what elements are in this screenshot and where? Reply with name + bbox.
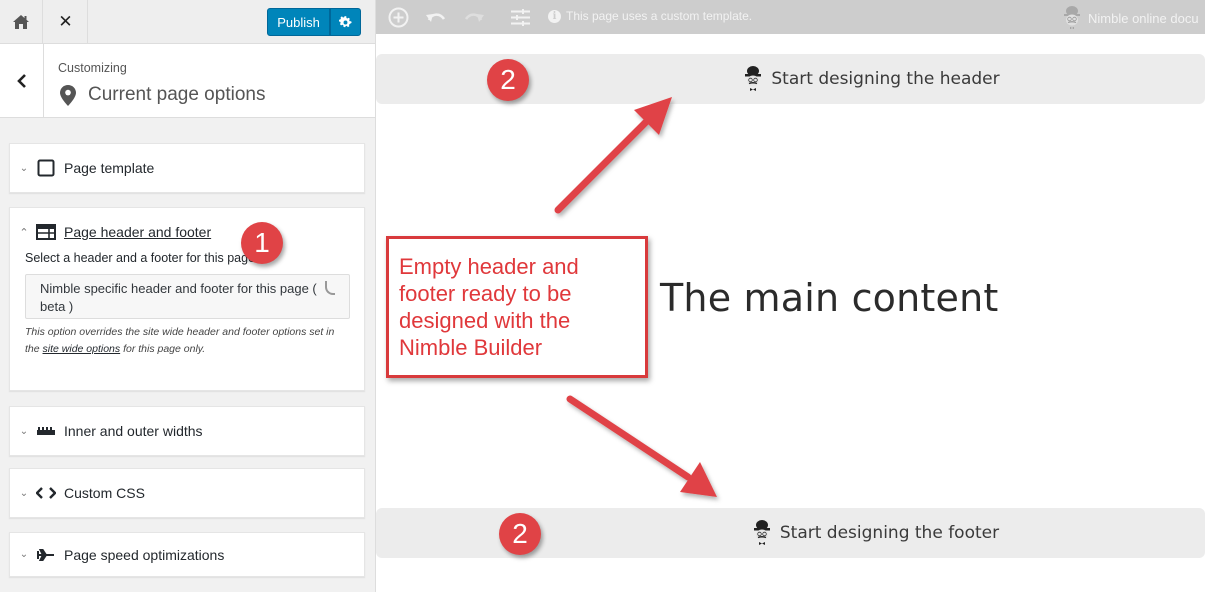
gear-icon xyxy=(339,15,352,27)
panel-header[interactable]: ⌃ Page header and footer xyxy=(10,208,364,256)
close-button[interactable]: ✕ xyxy=(44,0,88,44)
step-badge-2-header: 2 xyxy=(487,59,529,101)
chevron-up-icon: ⌃ xyxy=(19,226,29,239)
global-settings-button[interactable] xyxy=(511,5,530,29)
chevron-down-icon: ⌄ xyxy=(19,162,29,174)
select-label: Select a header and a footer for this pa… xyxy=(25,251,256,265)
customizer-app: ✕ Publish Customizing Current page optio… xyxy=(0,0,1205,592)
select-value: Nimble specific header and footer for th… xyxy=(40,281,317,314)
step-badge-2-footer: 2 xyxy=(499,513,541,555)
panel-title: Custom CSS xyxy=(64,485,145,501)
chevron-down-icon: ⌄ xyxy=(19,487,29,499)
redo-icon xyxy=(464,13,484,22)
map-pin-icon xyxy=(60,84,76,106)
main-content-heading: The main content xyxy=(660,276,999,320)
code-icon xyxy=(36,484,56,502)
template-notice: i This page uses a custom template. xyxy=(548,9,752,23)
nimble-mascot-icon xyxy=(753,520,770,545)
plus-circle-icon xyxy=(388,7,409,27)
section-title-text: Current page options xyxy=(88,84,266,105)
customizer-topbar: ✕ Publish xyxy=(0,0,375,44)
back-button[interactable] xyxy=(0,44,44,118)
ruler-icon xyxy=(36,422,56,440)
dropdown-arrow-icon xyxy=(325,281,335,295)
nimble-mascot-icon xyxy=(1064,6,1080,29)
panel-body: Select a header and a footer for this pa… xyxy=(10,251,364,371)
nimble-topbar: i This page uses a custom template. Nimb… xyxy=(376,0,1205,34)
panel-inner-outer-widths[interactable]: ⌄ Inner and outer widths xyxy=(9,406,365,456)
chevron-left-icon xyxy=(16,74,26,88)
add-section-button[interactable] xyxy=(388,5,409,29)
section-title: Current page options xyxy=(60,84,265,106)
publish-group: Publish xyxy=(267,8,361,36)
header-cta-text: Start designing the header xyxy=(771,69,1000,89)
panel-header[interactable]: ⌄ Page template xyxy=(10,144,364,192)
layout-icon xyxy=(36,223,56,241)
panel-title: Inner and outer widths xyxy=(64,423,203,439)
panel-custom-css[interactable]: ⌄ Custom CSS xyxy=(9,468,365,518)
airplane-icon xyxy=(36,546,56,564)
help-text: This option overrides the site wide head… xyxy=(25,324,349,358)
customizer-sidebar: ✕ Publish Customizing Current page optio… xyxy=(0,0,376,592)
home-button[interactable] xyxy=(0,0,43,44)
square-icon xyxy=(36,159,56,177)
chevron-down-icon: ⌄ xyxy=(19,425,29,437)
redo-button[interactable] xyxy=(464,5,484,29)
sliders-icon xyxy=(511,8,530,26)
footer-cta: Start designing the footer xyxy=(752,520,999,546)
panel-title: Page speed optimizations xyxy=(64,546,225,563)
panel-page-speed[interactable]: ⌄ Page speed optimizations xyxy=(9,532,365,577)
annotation-callout: Empty header and footer ready to be desi… xyxy=(386,236,648,378)
help-text-after: for this page only. xyxy=(120,343,206,355)
publish-settings-button[interactable] xyxy=(330,8,361,36)
panel-header[interactable]: ⌄ Custom CSS xyxy=(10,469,364,517)
footer-cta-text: Start designing the footer xyxy=(779,523,1000,543)
panel-page-header-footer: ⌃ Page header and footer Select a header… xyxy=(9,207,365,391)
nimble-docs-link[interactable]: Nimble online docu xyxy=(1062,6,1199,30)
template-notice-text: This page uses a custom template. xyxy=(566,9,753,23)
step-badge-1: 1 xyxy=(241,222,283,264)
header-cta: Start designing the header xyxy=(743,66,1000,92)
nimble-docs-text: Nimble online docu xyxy=(1088,10,1199,26)
close-icon: ✕ xyxy=(58,12,73,32)
nimble-mascot-icon xyxy=(745,66,762,91)
panel-header[interactable]: ⌄ Page speed optimizations xyxy=(10,533,364,576)
home-icon xyxy=(13,15,29,29)
customizing-label: Customizing xyxy=(58,61,127,75)
panel-title[interactable]: Page header and footer xyxy=(64,224,211,240)
site-wide-options-link[interactable]: site wide options xyxy=(43,343,121,355)
panel-page-template[interactable]: ⌄ Page template xyxy=(9,143,365,193)
info-icon: i xyxy=(548,9,561,23)
undo-button[interactable] xyxy=(426,5,446,29)
header-footer-select[interactable]: Nimble specific header and footer for th… xyxy=(25,274,350,319)
panel-title: Page template xyxy=(64,160,155,176)
publish-button[interactable]: Publish xyxy=(267,8,330,36)
chevron-down-icon: ⌄ xyxy=(19,549,29,560)
section-header: Customizing Current page options xyxy=(0,44,375,118)
undo-icon xyxy=(426,13,446,22)
panel-header[interactable]: ⌄ Inner and outer widths xyxy=(10,407,364,455)
